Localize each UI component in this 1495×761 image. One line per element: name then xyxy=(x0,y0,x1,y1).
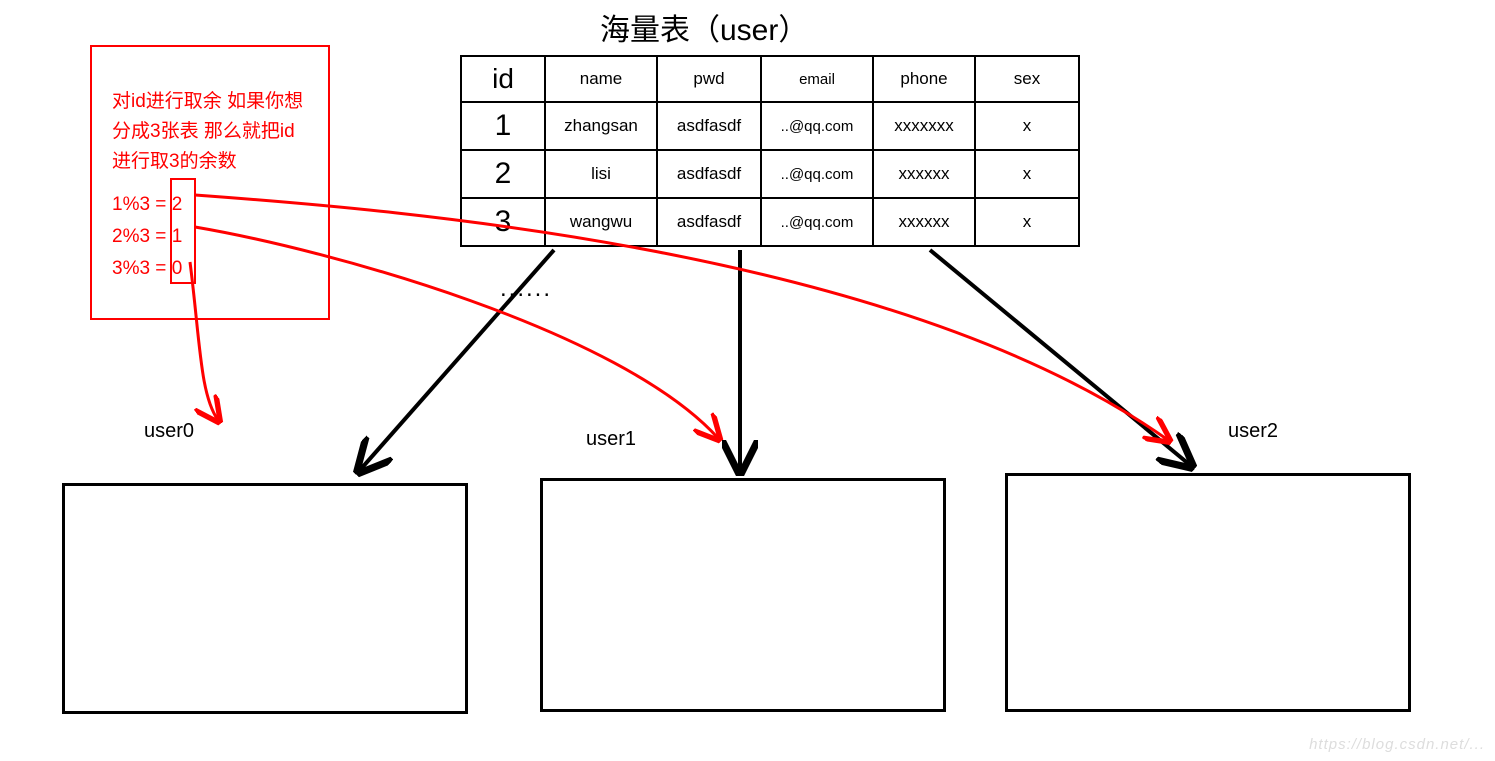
cell-pwd: asdfasdf xyxy=(657,102,761,150)
user1-label: user1 xyxy=(586,428,636,451)
black-arrow-group xyxy=(360,250,1190,470)
header-name: name xyxy=(545,56,657,102)
cell-email: ..@qq.com xyxy=(761,102,873,150)
mod-result-highlight xyxy=(170,178,196,284)
cell-phone: xxxxxx xyxy=(873,198,975,246)
user1-box xyxy=(540,478,946,712)
table-row: 3 wangwu asdfasdf ..@qq.com xxxxxx x xyxy=(461,198,1079,246)
table-ellipsis: ...... xyxy=(500,275,552,303)
cell-name: zhangsan xyxy=(545,102,657,150)
mod-row: 3%3 = 0 xyxy=(112,253,316,285)
cell-phone: xxxxxxx xyxy=(873,102,975,150)
cell-email: ..@qq.com xyxy=(761,198,873,246)
header-sex: sex xyxy=(975,56,1079,102)
header-pwd: pwd xyxy=(657,56,761,102)
table-row: 2 lisi asdfasdf ..@qq.com xxxxxx x xyxy=(461,150,1079,198)
cell-sex: x xyxy=(975,102,1079,150)
user2-label: user2 xyxy=(1228,420,1278,443)
cell-id: 2 xyxy=(461,150,545,198)
mod-expr: 1%3 = xyxy=(112,194,166,215)
cell-pwd: asdfasdf xyxy=(657,150,761,198)
cell-sex: x xyxy=(975,150,1079,198)
annotation-box: 对id进行取余 如果你想 分成3张表 那么就把id 进行取3的余数 1%3 = … xyxy=(90,45,330,320)
diagram-title: 海量表（user） xyxy=(600,5,808,49)
cell-id: 3 xyxy=(461,198,545,246)
table-row: 1 zhangsan asdfasdf ..@qq.com xxxxxxx x xyxy=(461,102,1079,150)
user-table: id name pwd email phone sex 1 zhangsan a… xyxy=(460,55,1080,247)
table-header-row: id name pwd email phone sex xyxy=(461,56,1079,102)
annotation-line2: 分成3张表 那么就把id xyxy=(112,117,316,147)
cell-pwd: asdfasdf xyxy=(657,198,761,246)
cell-email: ..@qq.com xyxy=(761,150,873,198)
annotation-line3: 进行取3的余数 xyxy=(112,147,316,177)
mod-row: 2%3 = 1 xyxy=(112,221,316,253)
cell-id: 1 xyxy=(461,102,545,150)
cell-name: lisi xyxy=(545,150,657,198)
header-phone: phone xyxy=(873,56,975,102)
user0-label: user0 xyxy=(144,420,194,443)
cell-sex: x xyxy=(975,198,1079,246)
header-id: id xyxy=(461,56,545,102)
mod-expr: 2%3 = xyxy=(112,226,166,247)
mod-row: 1%3 = 2 xyxy=(112,189,316,221)
header-email: email xyxy=(761,56,873,102)
cell-phone: xxxxxx xyxy=(873,150,975,198)
user2-box xyxy=(1005,473,1411,712)
cell-name: wangwu xyxy=(545,198,657,246)
annotation-line1: 对id进行取余 如果你想 xyxy=(112,87,316,117)
annotation-mods: 1%3 = 2 2%3 = 1 3%3 = 0 xyxy=(112,189,316,285)
user0-box xyxy=(62,483,468,714)
watermark-text: https://blog.csdn.net/... xyxy=(1309,736,1485,753)
mod-expr: 3%3 = xyxy=(112,258,166,279)
arrow-to-user2 xyxy=(930,250,1190,465)
